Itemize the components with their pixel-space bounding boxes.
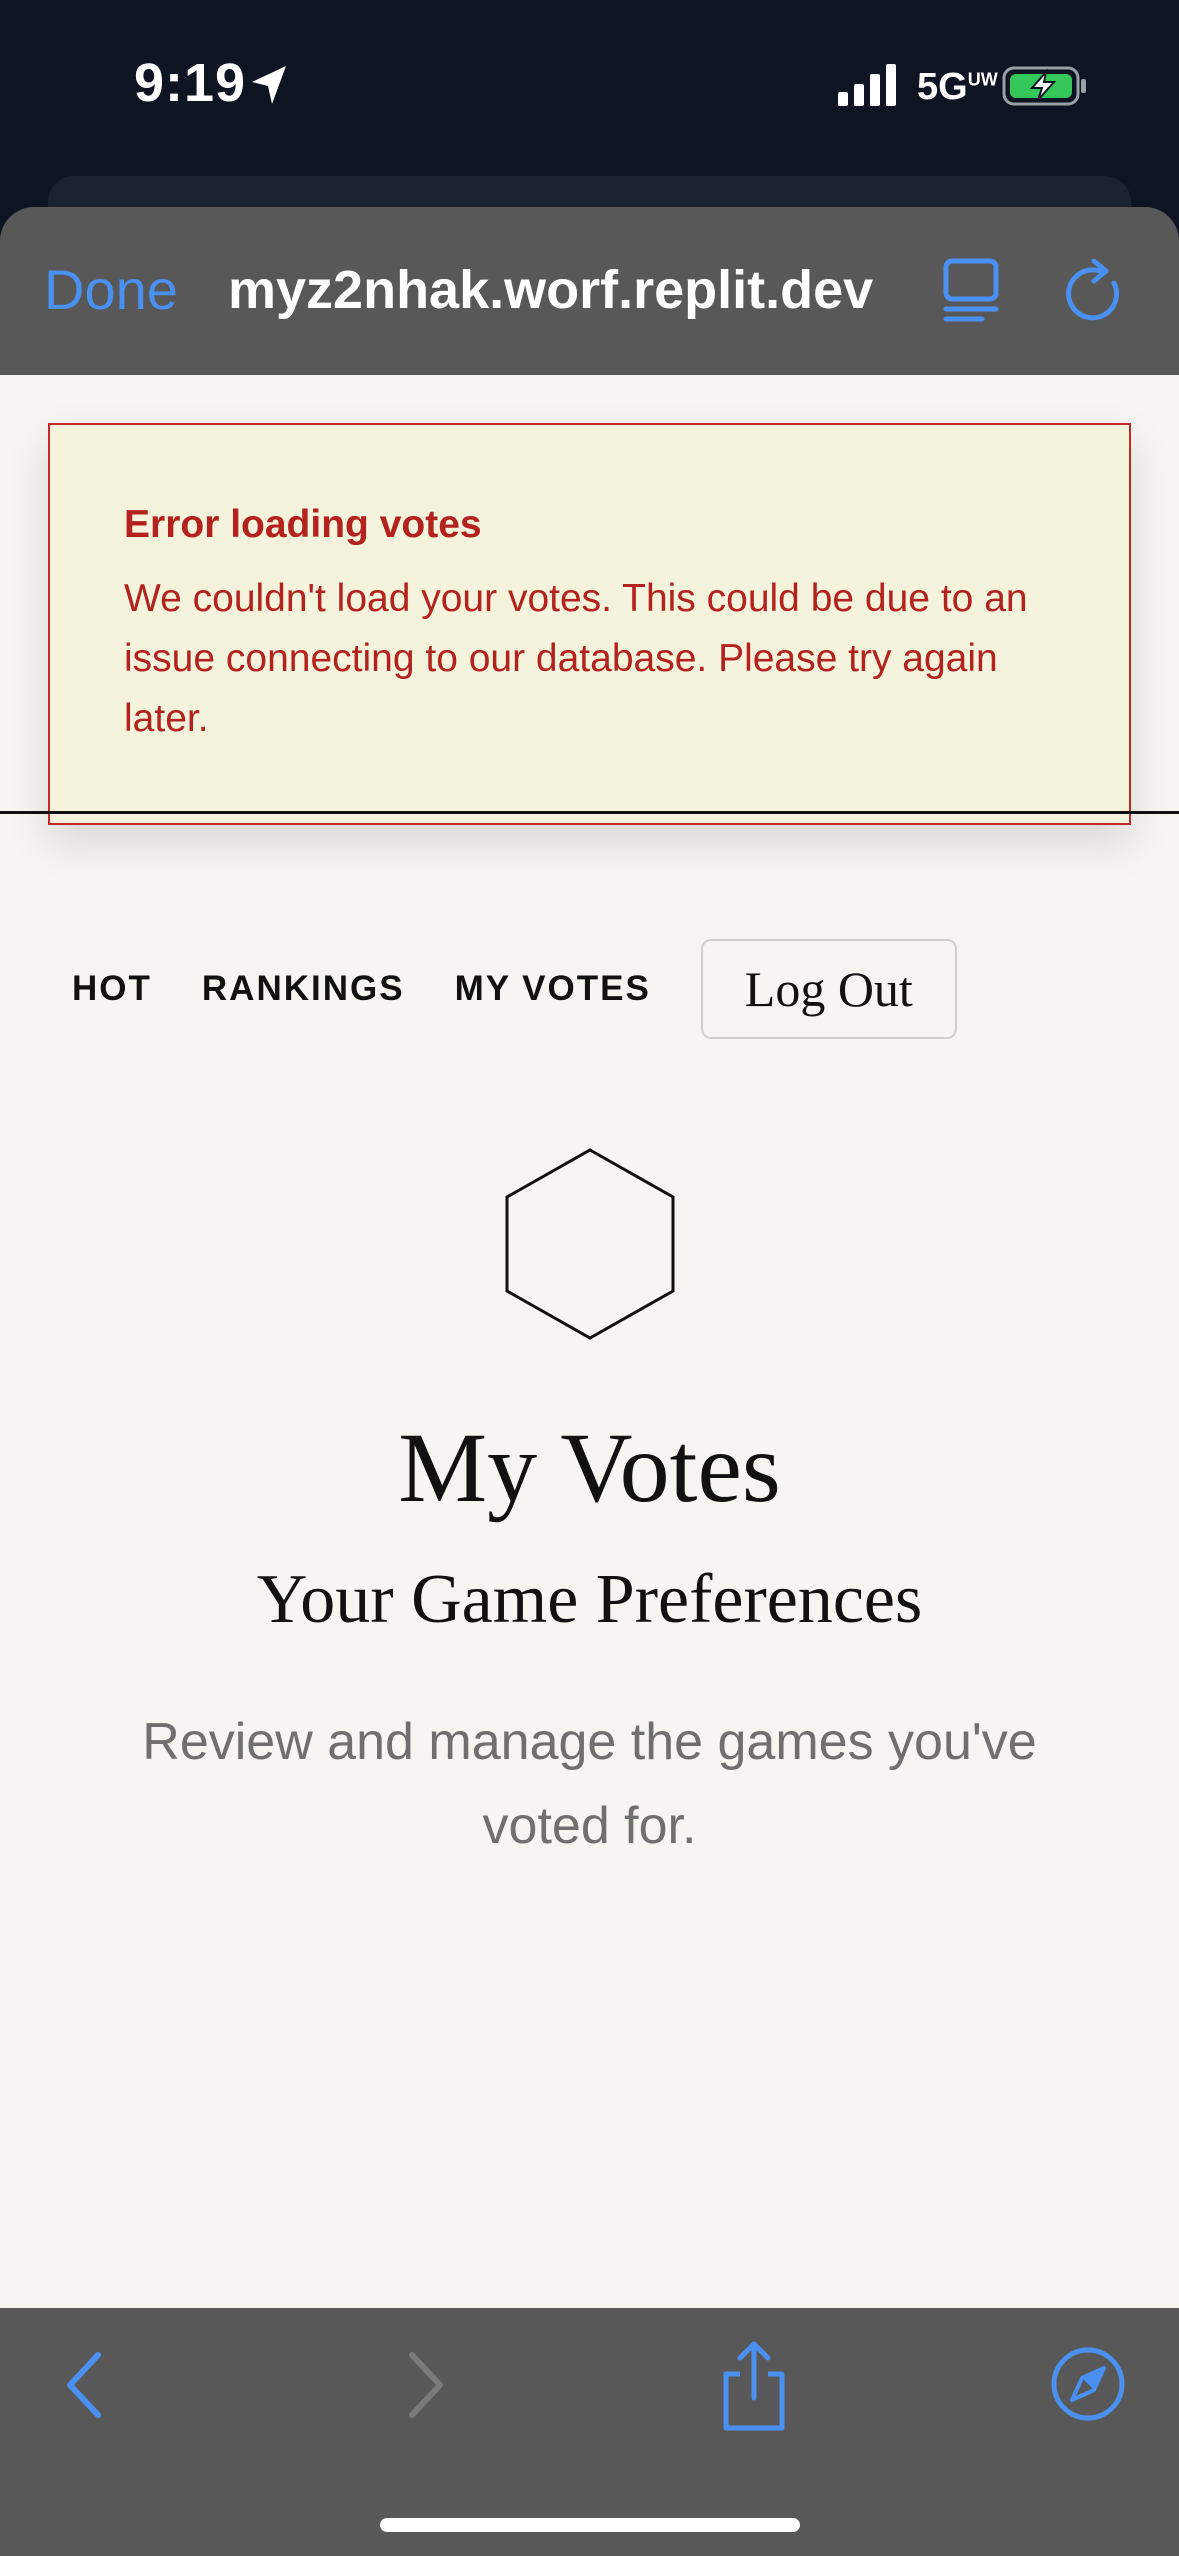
home-indicator (380, 2518, 800, 2532)
site-nav: HOT RANKINGS MY VOTES Log Out (72, 939, 957, 1039)
hexagon-icon (505, 1148, 675, 1340)
status-bar: 9:19 5GUW (0, 0, 1179, 175)
status-time: 9:19 (134, 53, 247, 113)
page-subtitle: Your Game Preferences (256, 1561, 923, 1638)
share-icon[interactable] (718, 2340, 790, 2432)
nav-link-my-votes[interactable]: MY VOTES (455, 969, 651, 1009)
reload-icon[interactable] (1064, 259, 1126, 325)
network-type: 5GUW (917, 66, 998, 108)
error-title: Error loading votes (124, 503, 482, 546)
error-message: We couldn't load your votes. This could … (124, 577, 1028, 740)
logout-button[interactable]: Log Out (700, 939, 957, 1039)
page-title: My Votes (398, 1412, 781, 1523)
safari-compass-icon[interactable] (1050, 2346, 1126, 2422)
url-field[interactable]: myz2nhak.worf.replit.dev (228, 259, 908, 321)
reader-mode-icon[interactable] (942, 257, 1000, 323)
page-description: Review and manage the games you've voted… (142, 1713, 1037, 1855)
nav-link-hot[interactable]: HOT (72, 969, 152, 1009)
browser-top-toolbar: Done myz2nhak.worf.replit.dev (0, 207, 1179, 375)
forward-arrow-icon[interactable] (400, 2345, 450, 2425)
location-arrow-icon (252, 66, 286, 104)
battery-charging-icon (1002, 66, 1086, 106)
nav-link-rankings[interactable]: RANKINGS (202, 969, 405, 1009)
done-button[interactable]: Done (44, 257, 178, 322)
error-toast: Error loading votes We couldn't load you… (48, 423, 1131, 825)
back-arrow-icon[interactable] (60, 2345, 110, 2425)
cellular-signal-icon (838, 64, 896, 106)
nav-divider (0, 811, 1179, 814)
